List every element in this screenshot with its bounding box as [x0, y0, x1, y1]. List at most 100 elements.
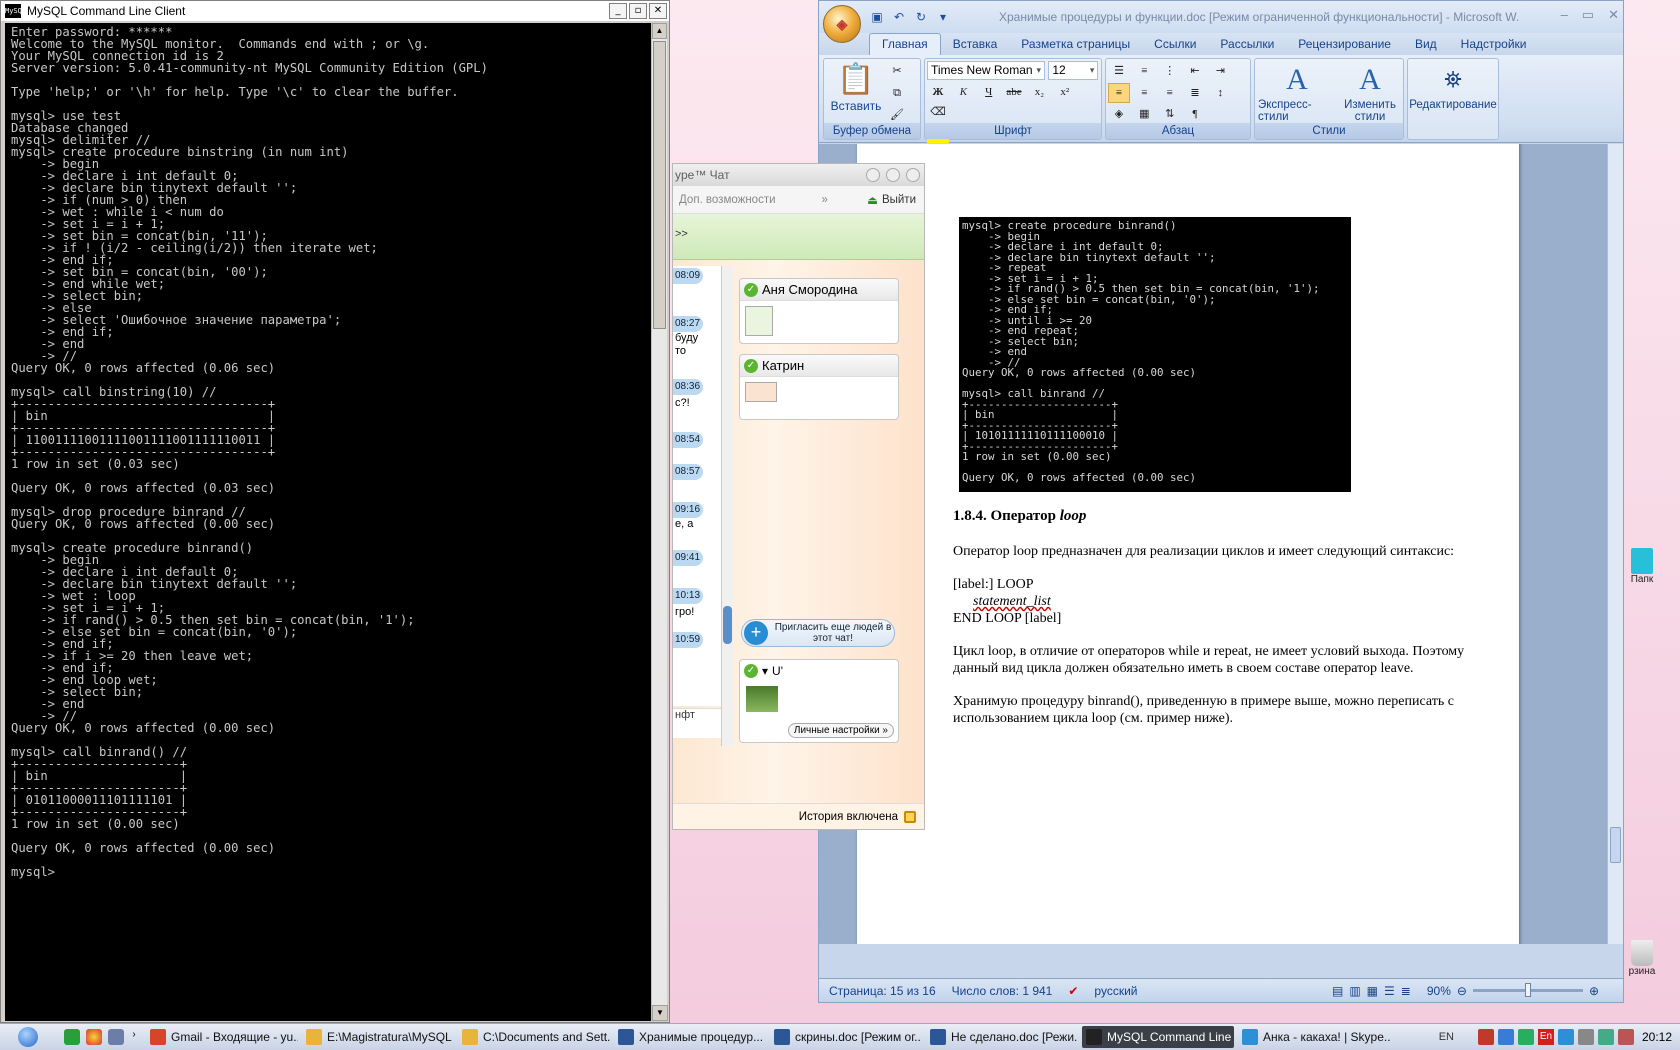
desktop-folder-icon[interactable]: Папк	[1622, 548, 1662, 585]
taskbar-button[interactable]: MySQL Command Line ...	[1082, 1026, 1234, 1048]
word-close-button[interactable]: ✕	[1608, 7, 1619, 23]
console-scrollbar[interactable]: ▲ ▼	[651, 23, 668, 1021]
tab-7[interactable]: Надстройки	[1449, 34, 1539, 55]
quicklaunch-app-icon[interactable]	[64, 1029, 80, 1045]
cut-icon[interactable]: ✂	[886, 61, 908, 81]
zoom-level[interactable]: 90%	[1427, 984, 1451, 998]
underline-button[interactable]: Ч	[978, 82, 1000, 102]
web-layout-icon[interactable]: ▦	[1367, 984, 1378, 998]
chat-history[interactable]: 08:09 08:27 буду то 08:36 c?! 08:54 08:5…	[673, 266, 721, 706]
save-icon[interactable]: ▣	[869, 9, 885, 25]
personal-settings-button[interactable]: Личные настройки »	[787, 723, 894, 738]
word-maximize-button[interactable]: ▭	[1582, 7, 1594, 23]
tray-volume-icon[interactable]	[1577, 1029, 1594, 1045]
taskbar-button[interactable]: Gmail - Входящие - yu...	[146, 1026, 298, 1048]
express-styles-button[interactable]: A Экспресс-стили	[1258, 61, 1336, 123]
participant-card[interactable]: ✓ Аня Смородина	[739, 278, 899, 344]
document-area[interactable]: mysql> create procedure binrand() -> beg…	[819, 144, 1609, 944]
console-titlebar[interactable]: MySQL MySQL Command Line Client _ ▫ ✕	[1, 1, 669, 21]
page-count[interactable]: Страница: 15 из 16	[829, 984, 936, 998]
outline-icon[interactable]: ☰	[1384, 984, 1395, 998]
document-page[interactable]: mysql> create procedure binrand() -> beg…	[857, 144, 1519, 944]
zoom-in-icon[interactable]: ⊕	[1589, 984, 1599, 998]
word-scroll-thumb[interactable]	[1610, 827, 1621, 863]
show-marks-icon[interactable]: ¶	[1184, 104, 1206, 124]
language-bar[interactable]: EN	[1439, 1031, 1454, 1043]
participant-card[interactable]: ✓ Катрин	[739, 354, 899, 420]
clock[interactable]: 20:12	[1642, 1030, 1672, 1044]
tab-6[interactable]: Вид	[1403, 34, 1449, 55]
taskbar-button[interactable]: Анка - какаха! | Skype...	[1238, 1026, 1390, 1048]
chat-scrollbar[interactable]	[721, 266, 733, 746]
paste-button[interactable]: 📋 Вставить	[826, 61, 886, 125]
word-count[interactable]: Число слов: 1 941	[952, 984, 1053, 998]
skype-titlebar[interactable]: ype™ Чат	[673, 164, 924, 186]
exit-button[interactable]: ⏏ Выйти	[867, 193, 924, 207]
tray-language-icon[interactable]: En	[1537, 1029, 1554, 1045]
word-titlebar[interactable]: ◈ ▣ ↶ ↻ ▾ Хранимые процедуры и функции.d…	[819, 1, 1623, 43]
word-window[interactable]: ◈ ▣ ↶ ↻ ▾ Хранимые процедуры и функции.d…	[818, 0, 1624, 1003]
word-minimize-button[interactable]: –	[1561, 7, 1568, 23]
full-screen-reading-icon[interactable]: ▥	[1349, 984, 1360, 998]
multilevel-list-icon[interactable]: ⋮	[1159, 61, 1181, 81]
taskbar-button[interactable]: скрины.doc [Режим ог...	[770, 1026, 922, 1048]
tray-network-icon[interactable]	[1497, 1029, 1514, 1045]
invite-people-button[interactable]: + Пригласить еще людей в этот чат!	[741, 619, 895, 647]
tab-2[interactable]: Разметка страницы	[1009, 34, 1142, 55]
start-button[interactable]	[0, 1025, 56, 1050]
align-center-icon[interactable]: ≡	[1133, 83, 1155, 103]
more-chevron-icon[interactable]: »	[822, 194, 828, 206]
tab-1[interactable]: Вставка	[941, 34, 1010, 55]
scroll-thumb[interactable]	[653, 41, 666, 329]
taskbar-button[interactable]: E:\Magistratura\MySQL	[302, 1026, 454, 1048]
subscript-button[interactable]: x₂	[1028, 82, 1050, 102]
format-painter-icon[interactable]: 🖌	[886, 105, 908, 125]
mysql-console-window[interactable]: MySQL MySQL Command Line Client _ ▫ ✕ En…	[0, 0, 670, 1023]
tray-skype-icon[interactable]	[1557, 1029, 1574, 1045]
skype-close-button[interactable]	[906, 168, 920, 182]
bullets-icon[interactable]: ☰	[1108, 61, 1130, 81]
shading-icon[interactable]: ◈	[1108, 104, 1130, 124]
desktop-recycle-bin[interactable]: рзина	[1622, 940, 1662, 977]
font-size-select[interactable]: 12	[1048, 61, 1099, 80]
italic-button[interactable]: К	[952, 82, 974, 102]
taskbar-button[interactable]: C:\Documents and Sett...	[458, 1026, 610, 1048]
zoom-slider-knob[interactable]	[1524, 983, 1531, 997]
change-styles-button[interactable]: A Изменить стили	[1340, 61, 1400, 123]
tab-4[interactable]: Рассылки	[1208, 34, 1286, 55]
spellcheck-icon[interactable]: ✔	[1068, 984, 1078, 998]
skype-maximize-button[interactable]	[886, 168, 900, 182]
scroll-up-arrow-icon[interactable]: ▲	[652, 23, 667, 39]
numbering-icon[interactable]: ≡	[1133, 61, 1155, 81]
customize-qat-icon[interactable]: ▾	[935, 9, 951, 25]
console-output[interactable]: Enter password: ****** Welcome to the My…	[5, 23, 651, 1021]
zoom-out-icon[interactable]: ⊖	[1457, 984, 1467, 998]
status-dropdown-icon[interactable]: ▾	[762, 664, 768, 678]
redo-icon[interactable]: ↻	[913, 9, 929, 25]
strikethrough-button[interactable]: abe	[1003, 82, 1025, 102]
chat-input[interactable]: нфт	[673, 708, 721, 738]
font-name-select[interactable]: Times New Roman	[927, 61, 1045, 80]
bold-button[interactable]: Ж	[927, 82, 949, 102]
zoom-slider[interactable]	[1472, 983, 1583, 997]
align-left-icon[interactable]: ≡	[1108, 83, 1130, 103]
close-button[interactable]: ✕	[649, 3, 667, 19]
borders-icon[interactable]: ▦	[1133, 104, 1155, 124]
more-options-menu[interactable]: Доп. возможности	[679, 194, 776, 206]
sort-icon[interactable]: ⇅	[1159, 104, 1181, 124]
clear-format-icon[interactable]: ⌫	[927, 102, 949, 122]
scroll-down-arrow-icon[interactable]: ▼	[652, 1005, 668, 1021]
taskbar-button[interactable]: Не сделано.doc [Режи...	[926, 1026, 1078, 1048]
skype-minimize-button[interactable]	[866, 168, 880, 182]
chat-scroll-thumb[interactable]	[723, 606, 732, 644]
maximize-button[interactable]: ▫	[629, 3, 647, 19]
print-layout-icon[interactable]: ▤	[1332, 984, 1343, 998]
editing-button[interactable]: ⛯ Редактирование	[1409, 61, 1497, 111]
decrease-indent-icon[interactable]: ⇤	[1184, 61, 1206, 81]
increase-indent-icon[interactable]: ⇥	[1209, 61, 1231, 81]
align-right-icon[interactable]: ≡	[1159, 83, 1181, 103]
undo-icon[interactable]: ↶	[891, 9, 907, 25]
tab-0[interactable]: Главная	[869, 33, 941, 55]
show-desktop-icon[interactable]	[108, 1029, 124, 1045]
tray-misc-icon[interactable]	[1617, 1029, 1634, 1045]
